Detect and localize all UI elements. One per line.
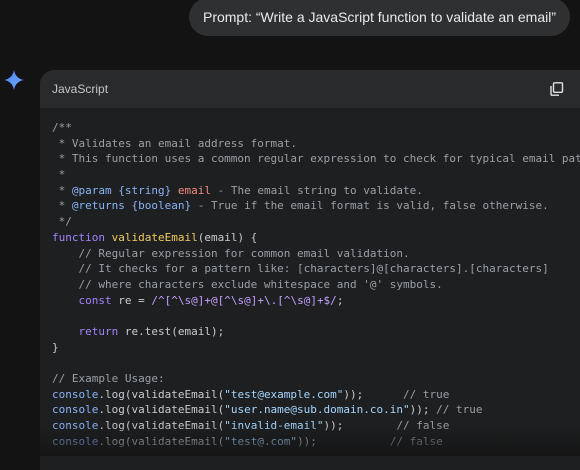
code-token: console <box>52 434 99 448</box>
code-line: * @param {string} email - The email stri… <box>52 183 580 199</box>
code-token: } <box>52 340 59 354</box>
code-line: /** <box>52 120 580 136</box>
code-token: .log(validateEmail( <box>98 387 225 401</box>
code-token: // true <box>436 403 483 417</box>
code-token: "user.name@sub.domain.co.in" <box>224 403 410 417</box>
code-line: console.log(validateEmail("user.name@sub… <box>52 402 580 418</box>
code-line: * This function uses a common regular ex… <box>52 151 580 167</box>
code-token: // false <box>389 434 443 448</box>
code-token: email <box>177 183 211 197</box>
code-token: /^[^\s@]+@[^\s@]+\.[^\s@]+$/ <box>151 293 337 307</box>
code-token: - The email string to validate. <box>210 183 423 197</box>
code-token: {boolean} <box>131 199 192 213</box>
code-line: console.log(validateEmail("invalid-email… <box>52 418 580 434</box>
code-token: )); <box>297 434 390 448</box>
code-token: * This function uses a common regular ex… <box>52 152 580 166</box>
code-token: return <box>78 324 119 338</box>
user-prompt-bubble: Prompt: “Write a JavaScript function to … <box>188 0 570 36</box>
code-token: */ <box>52 215 72 229</box>
code-token: .log(validateEmail( <box>98 419 225 433</box>
code-token: re.test(email); <box>118 324 225 338</box>
code-line: * <box>52 167 580 183</box>
code-token: )); <box>343 387 404 401</box>
code-token: // Regular expression for common email v… <box>52 246 410 260</box>
code-token: const <box>78 293 112 307</box>
code-token: - True if the email format is valid, fal… <box>191 199 549 213</box>
code-token: .log(validateEmail( <box>98 434 225 448</box>
code-token: * <box>52 183 72 197</box>
copy-icon <box>550 82 564 96</box>
code-token: console <box>52 387 99 401</box>
code-token: * Validates an email address format. <box>52 136 298 150</box>
code-line: } <box>52 340 580 356</box>
prompt-text: Prompt: “Write a JavaScript function to … <box>202 9 556 25</box>
code-token: // where characters exclude whitespace a… <box>52 277 443 291</box>
code-content: /** * Validates an email address format.… <box>40 108 580 449</box>
code-token: )); <box>409 403 437 417</box>
code-line: * @returns {boolean} - True if the email… <box>52 198 580 214</box>
copy-code-button[interactable] <box>546 78 568 100</box>
code-token: // It checks for a pattern like: [charac… <box>52 262 549 276</box>
code-token: "invalid-email" <box>224 419 324 433</box>
code-line: return re.test(email); <box>52 324 580 340</box>
code-token: // Example Usage: <box>52 372 165 385</box>
code-token: re = <box>111 293 152 307</box>
code-token: function <box>52 230 105 244</box>
code-line: console.log(validateEmail("test@example.… <box>52 387 580 403</box>
code-line: // Regular expression for common email v… <box>52 246 580 262</box>
code-line: // Example Usage: <box>52 371 580 387</box>
code-token: (email) { <box>197 230 258 244</box>
code-token: .log(validateEmail( <box>98 403 225 417</box>
code-token: // false <box>396 419 450 433</box>
code-token: console <box>52 403 99 417</box>
code-language-label: JavaScript <box>52 82 109 96</box>
code-token: * <box>52 168 66 182</box>
code-line: function validateEmail(email) { <box>52 230 580 246</box>
code-line: */ <box>52 214 580 230</box>
code-token: @returns <box>71 199 125 213</box>
code-token: "test@example.com" <box>224 387 344 401</box>
code-token: "test@.com" <box>224 434 298 448</box>
code-block: JavaScript /** * Validates an email addr… <box>40 70 580 470</box>
code-line: console.log(validateEmail("test@.com"));… <box>52 434 580 450</box>
code-token: validateEmail <box>111 230 198 244</box>
code-token: )); <box>323 419 397 433</box>
code-line: // where characters exclude whitespace a… <box>52 277 580 293</box>
code-token: * <box>52 199 72 213</box>
code-line: * Validates an email address format. <box>52 136 580 152</box>
code-token: @param <box>71 183 112 197</box>
gemini-spark-icon <box>4 70 24 90</box>
code-line: // It checks for a pattern like: [charac… <box>52 261 580 277</box>
code-line: const re = /^[^\s@]+@[^\s@]+\.[^\s@]+$/; <box>52 293 580 309</box>
code-token: // true <box>403 387 450 401</box>
code-block-header: JavaScript <box>40 70 580 108</box>
code-token: {string} <box>118 183 172 197</box>
code-token: ; <box>336 293 344 307</box>
code-token: console <box>52 419 99 433</box>
code-token: /** <box>52 121 72 134</box>
